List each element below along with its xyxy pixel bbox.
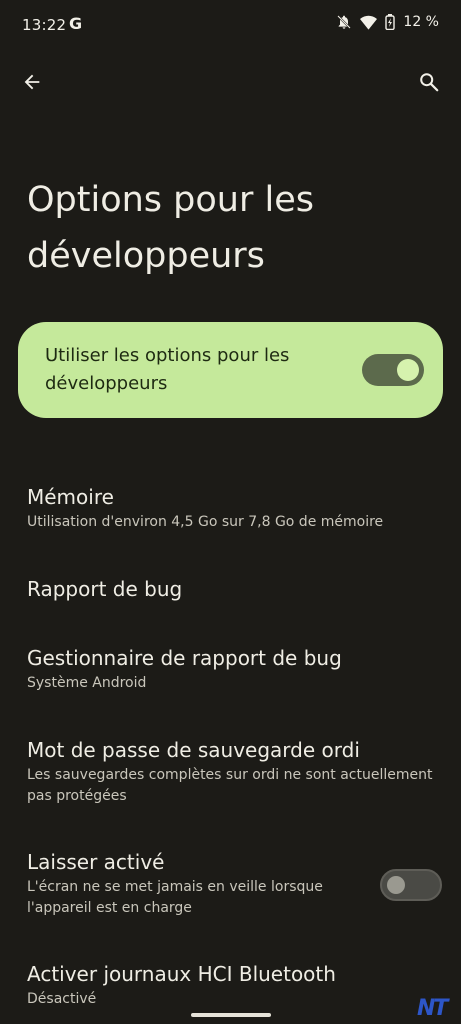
item-summary: Système Android: [27, 675, 147, 691]
list-item-laisser-active[interactable]: Laisser activé L'écran ne se met jamais …: [27, 848, 442, 919]
list-item-mot-de-passe-sauvegarde[interactable]: Mot de passe de sauvegarde ordi Les sauv…: [27, 736, 442, 807]
toggle-knob: [387, 876, 405, 894]
page-title: Options pour les développeurs: [27, 180, 314, 276]
back-button[interactable]: [14, 66, 50, 102]
item-title: Activer journaux HCI Bluetooth: [27, 962, 336, 986]
list-item-memoire[interactable]: Mémoire Utilisation d'environ 4,5 Go sur…: [27, 483, 442, 533]
list-item-gestionnaire-rapport-bug[interactable]: Gestionnaire de rapport de bug Système A…: [27, 644, 442, 694]
google-logo: G: [69, 14, 83, 33]
item-summary: Les sauvegardes complètes sur ordi ne so…: [27, 767, 433, 804]
stay-awake-toggle[interactable]: [380, 869, 442, 901]
status-icons: 12 %: [336, 14, 439, 30]
wifi-icon: [360, 15, 378, 30]
status-bar: 13:22 G 12 %: [0, 0, 461, 56]
bell-off-icon: [336, 14, 352, 30]
navigation-handle[interactable]: [191, 1013, 271, 1017]
search-icon: [418, 71, 440, 97]
search-button[interactable]: [411, 66, 447, 102]
main-switch-label: Utiliser les options pour les développeu…: [45, 345, 290, 394]
list-item-journaux-hci-bluetooth[interactable]: Activer journaux HCI Bluetooth Désactivé: [27, 960, 442, 1010]
battery-icon: [385, 14, 396, 30]
battery-percent: 12 %: [403, 14, 439, 30]
item-title: Rapport de bug: [27, 577, 183, 601]
arrow-back-icon: [21, 71, 43, 97]
developer-options-toggle[interactable]: [362, 354, 424, 386]
item-summary: L'écran ne se met jamais en veille lorsq…: [27, 879, 323, 916]
list-item-rapport-de-bug[interactable]: Rapport de bug: [27, 575, 442, 603]
item-title: Laisser activé: [27, 850, 165, 874]
watermark-logo: NT: [417, 996, 448, 1021]
item-title: Gestionnaire de rapport de bug: [27, 646, 342, 670]
item-title: Mémoire: [27, 485, 114, 509]
status-time: 13:22: [22, 16, 67, 34]
toggle-knob: [397, 359, 419, 381]
item-summary: Utilisation d'environ 4,5 Go sur 7,8 Go …: [27, 514, 384, 530]
item-summary: Désactivé: [27, 991, 97, 1007]
item-title: Mot de passe de sauvegarde ordi: [27, 738, 360, 762]
top-app-bar: [0, 60, 461, 108]
main-switch-card[interactable]: Utiliser les options pour les développeu…: [18, 322, 443, 418]
